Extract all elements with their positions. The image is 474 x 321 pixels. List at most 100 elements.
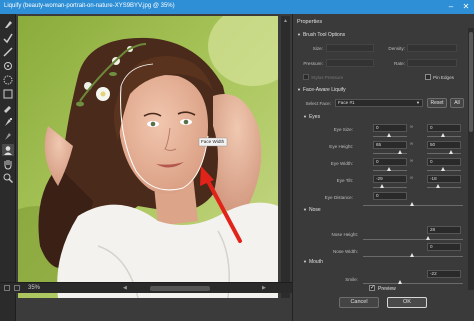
tools-panel: [0, 14, 16, 321]
eye-size-label: Eye Size:: [333, 127, 353, 132]
rate-field[interactable]: [407, 59, 457, 67]
smooth-tool-icon[interactable]: [2, 46, 14, 58]
size-field[interactable]: [326, 44, 374, 52]
twirl-tool-icon[interactable]: [2, 60, 14, 72]
eye-tilt-right-field[interactable]: -18: [427, 175, 461, 183]
eye-distance-field[interactable]: 0: [373, 192, 407, 200]
smile-label: Smile:: [345, 277, 358, 282]
slider-thumb[interactable]: [410, 202, 414, 206]
eye-height-left-field[interactable]: 65: [373, 141, 407, 149]
bloat-tool-icon[interactable]: [2, 88, 14, 100]
collapse-triangle-icon: ▼: [303, 207, 307, 212]
zoom-out-icon[interactable]: [4, 285, 10, 291]
reset-button[interactable]: Reset: [427, 98, 447, 108]
face-tool-icon[interactable]: [2, 144, 14, 156]
panel-title: Properties: [297, 19, 323, 25]
forward-warp-tool-icon[interactable]: [2, 18, 14, 30]
rate-label: Rate:: [394, 61, 405, 66]
slider-thumb[interactable]: [398, 280, 402, 284]
density-field[interactable]: [407, 44, 457, 52]
select-face-label: Select Face:: [305, 101, 331, 106]
eye-width-left-field[interactable]: 0: [373, 158, 407, 166]
nose-section-header[interactable]: ▼ Nose: [303, 207, 321, 213]
nose-height-slider[interactable]: [363, 239, 463, 240]
ok-button[interactable]: OK: [387, 297, 427, 308]
eyes-section-header[interactable]: ▼ Eyes: [303, 114, 320, 120]
canvas-vertical-scrollbar[interactable]: ▲ ▼: [281, 16, 290, 298]
slider-thumb[interactable]: [380, 184, 384, 188]
slider-thumb[interactable]: [441, 133, 445, 137]
hand-tool-icon[interactable]: [2, 158, 14, 170]
canvas-area[interactable]: Face Width ▲ ▼: [16, 14, 292, 321]
portrait-photo[interactable]: Face Width: [18, 16, 278, 298]
freeze-mask-tool-icon[interactable]: [2, 116, 14, 128]
select-face-dropdown[interactable]: Face #1 ▼: [335, 99, 423, 107]
push-left-tool-icon[interactable]: [2, 102, 14, 114]
slider-thumb[interactable]: [398, 150, 402, 154]
pressure-field[interactable]: [326, 59, 374, 67]
link-icon[interactable]: ∞: [409, 175, 414, 183]
collapse-triangle-icon: ▼: [297, 32, 301, 37]
face-width-tooltip: Face Width: [201, 139, 225, 144]
preview-label: Preview: [378, 286, 396, 292]
slider-thumb[interactable]: [426, 236, 430, 240]
zoom-tool-icon[interactable]: [2, 172, 14, 184]
scroll-right-icon[interactable]: ▶: [262, 285, 266, 291]
eye-size-right-field[interactable]: 0: [427, 124, 461, 132]
link-icon[interactable]: ∞: [409, 141, 414, 149]
slider-thumb[interactable]: [410, 253, 414, 257]
cancel-button[interactable]: Cancel: [339, 297, 379, 308]
preview-checkbox[interactable]: [369, 284, 375, 291]
nose-height-label: Nose Height:: [331, 232, 358, 237]
stylus-pressure-checkbox[interactable]: [303, 74, 309, 80]
pucker-tool-icon[interactable]: [2, 74, 14, 86]
reconstruct-tool-icon[interactable]: [2, 32, 14, 44]
thaw-mask-tool-icon[interactable]: [2, 130, 14, 142]
collapse-triangle-icon: ▼: [297, 87, 301, 92]
slider-thumb[interactable]: [449, 150, 453, 154]
eye-width-label: Eye Width:: [330, 161, 353, 166]
eye-height-right-field[interactable]: 50: [427, 141, 461, 149]
eye-width-right-field[interactable]: 0: [427, 158, 461, 166]
slider-thumb[interactable]: [387, 167, 391, 171]
slider-thumb[interactable]: [387, 133, 391, 137]
eye-tilt-left-slider[interactable]: [373, 187, 407, 188]
eye-size-left-field[interactable]: 0: [373, 124, 407, 132]
face-aware-liquify-header[interactable]: ▼ Face-Aware Liquify: [297, 87, 346, 93]
stylus-pressure-label: Stylus Pressure: [311, 75, 344, 80]
eye-distance-label: Eye Distance:: [324, 195, 353, 200]
pin-edges-label: Pin Edges: [433, 75, 454, 80]
scroll-left-icon[interactable]: ◀: [123, 285, 127, 291]
brush-tool-options-header[interactable]: ▼ Brush Tool Options: [297, 32, 345, 38]
smile-field[interactable]: -22: [427, 270, 461, 278]
scroll-up-icon[interactable]: ▲: [283, 18, 288, 26]
link-icon[interactable]: ∞: [409, 124, 414, 132]
nose-width-label: Nose Width:: [332, 249, 358, 254]
nose-width-field[interactable]: 0: [427, 243, 461, 251]
minimize-icon[interactable]: –: [444, 1, 458, 13]
chevron-down-icon: ▼: [416, 100, 420, 105]
eye-tilt-left-field[interactable]: -29: [373, 175, 407, 183]
pin-edges-checkbox[interactable]: [425, 74, 431, 80]
link-icon[interactable]: ∞: [409, 158, 414, 166]
eye-height-right-slider[interactable]: [427, 153, 461, 154]
density-label: Density:: [388, 46, 405, 51]
collapse-triangle-icon: ▼: [303, 114, 307, 119]
all-button[interactable]: All: [450, 98, 464, 108]
zoom-in-icon[interactable]: [14, 285, 20, 291]
close-icon[interactable]: ✕: [459, 1, 473, 13]
nose-height-field[interactable]: 28: [427, 226, 461, 234]
eye-tilt-right-slider[interactable]: [427, 187, 461, 188]
collapse-triangle-icon: ▼: [303, 259, 307, 264]
horizontal-scrollbar[interactable]: [150, 286, 210, 291]
mouth-section-header[interactable]: ▼ Mouth: [303, 259, 323, 265]
slider-thumb[interactable]: [441, 167, 445, 171]
panel-scrollbar[interactable]: [468, 28, 474, 290]
slider-thumb[interactable]: [436, 184, 440, 188]
smile-slider[interactable]: [363, 283, 463, 284]
title-bar: Liquify (beauty-woman-portrait-on-nature…: [0, 0, 474, 14]
properties-panel: Properties ▼ Brush Tool Options Size: Den…: [292, 14, 474, 321]
eye-height-label: Eye Height:: [329, 144, 353, 149]
zoom-level[interactable]: 35%: [28, 285, 40, 291]
scrollbar-thumb[interactable]: [469, 32, 473, 132]
